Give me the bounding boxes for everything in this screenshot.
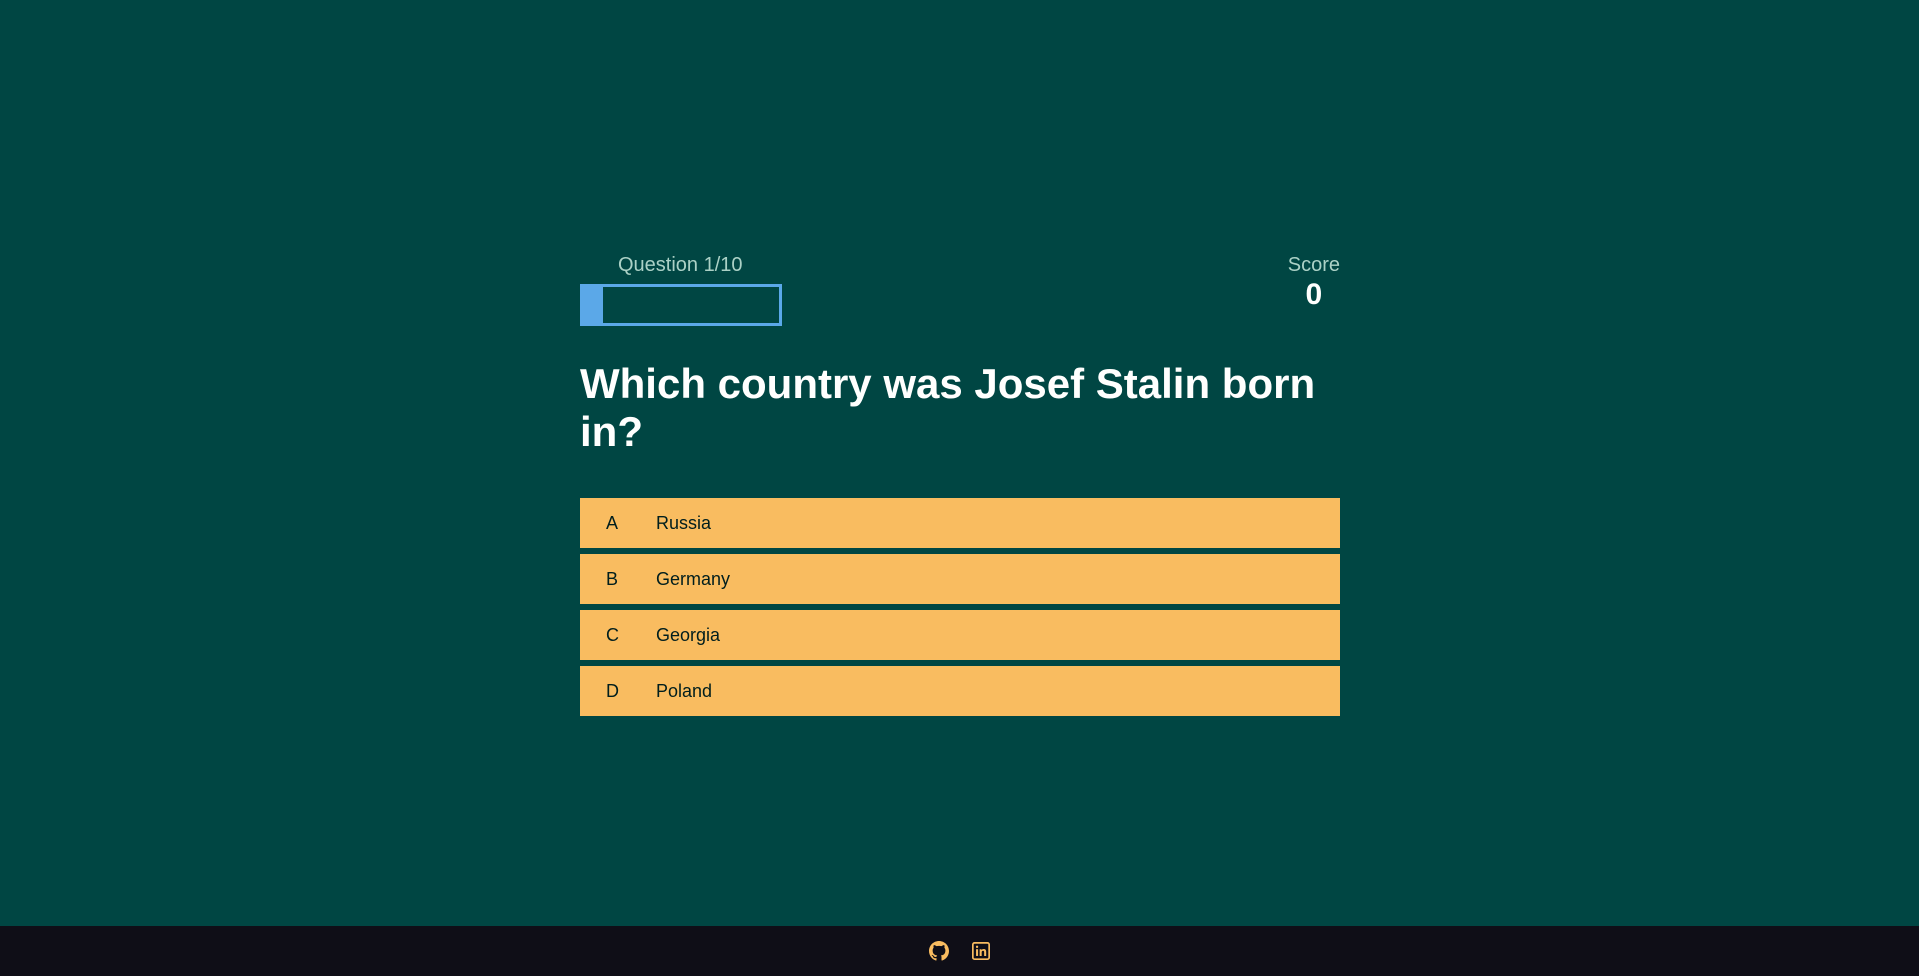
progress-bar-fill xyxy=(583,287,603,323)
choice-text: Georgia xyxy=(656,624,721,645)
github-link[interactable] xyxy=(928,941,949,961)
progress-bar xyxy=(580,284,782,326)
choice-option-d[interactable]: D Poland xyxy=(580,666,1340,716)
linkedin-icon xyxy=(971,942,990,960)
choice-prefix: A xyxy=(606,512,619,533)
linkedin-link[interactable] xyxy=(971,941,991,961)
question-text: Which country was Josef Stalin born in? xyxy=(580,360,1316,455)
choice-option-a[interactable]: A Russia xyxy=(580,498,1340,548)
score-section: Score 0 xyxy=(1288,252,1340,312)
choice-prefix: C xyxy=(606,624,619,645)
choice-prefix: B xyxy=(606,568,619,589)
score-value: 0 xyxy=(1305,278,1323,311)
page-footer xyxy=(0,926,1919,976)
choice-prefix: D xyxy=(606,680,619,701)
choice-text: Russia xyxy=(656,512,712,533)
choice-option-c[interactable]: C Georgia xyxy=(580,610,1340,660)
progress-section: Question 1/10 xyxy=(580,252,782,326)
choice-option-b[interactable]: B Germany xyxy=(580,554,1340,604)
choice-text: Poland xyxy=(656,680,713,701)
score-label: Score xyxy=(1287,254,1340,276)
progress-text: Question 1/10 xyxy=(618,254,743,276)
choice-text: Germany xyxy=(656,568,731,589)
quiz-container: Question 1/10 Score 0 Which country was … xyxy=(580,252,1340,722)
quiz-hud: Question 1/10 Score 0 xyxy=(580,252,1340,334)
choice-list: A Russia B Germany C Georgia D Poland xyxy=(580,498,1340,716)
github-icon xyxy=(928,941,949,961)
